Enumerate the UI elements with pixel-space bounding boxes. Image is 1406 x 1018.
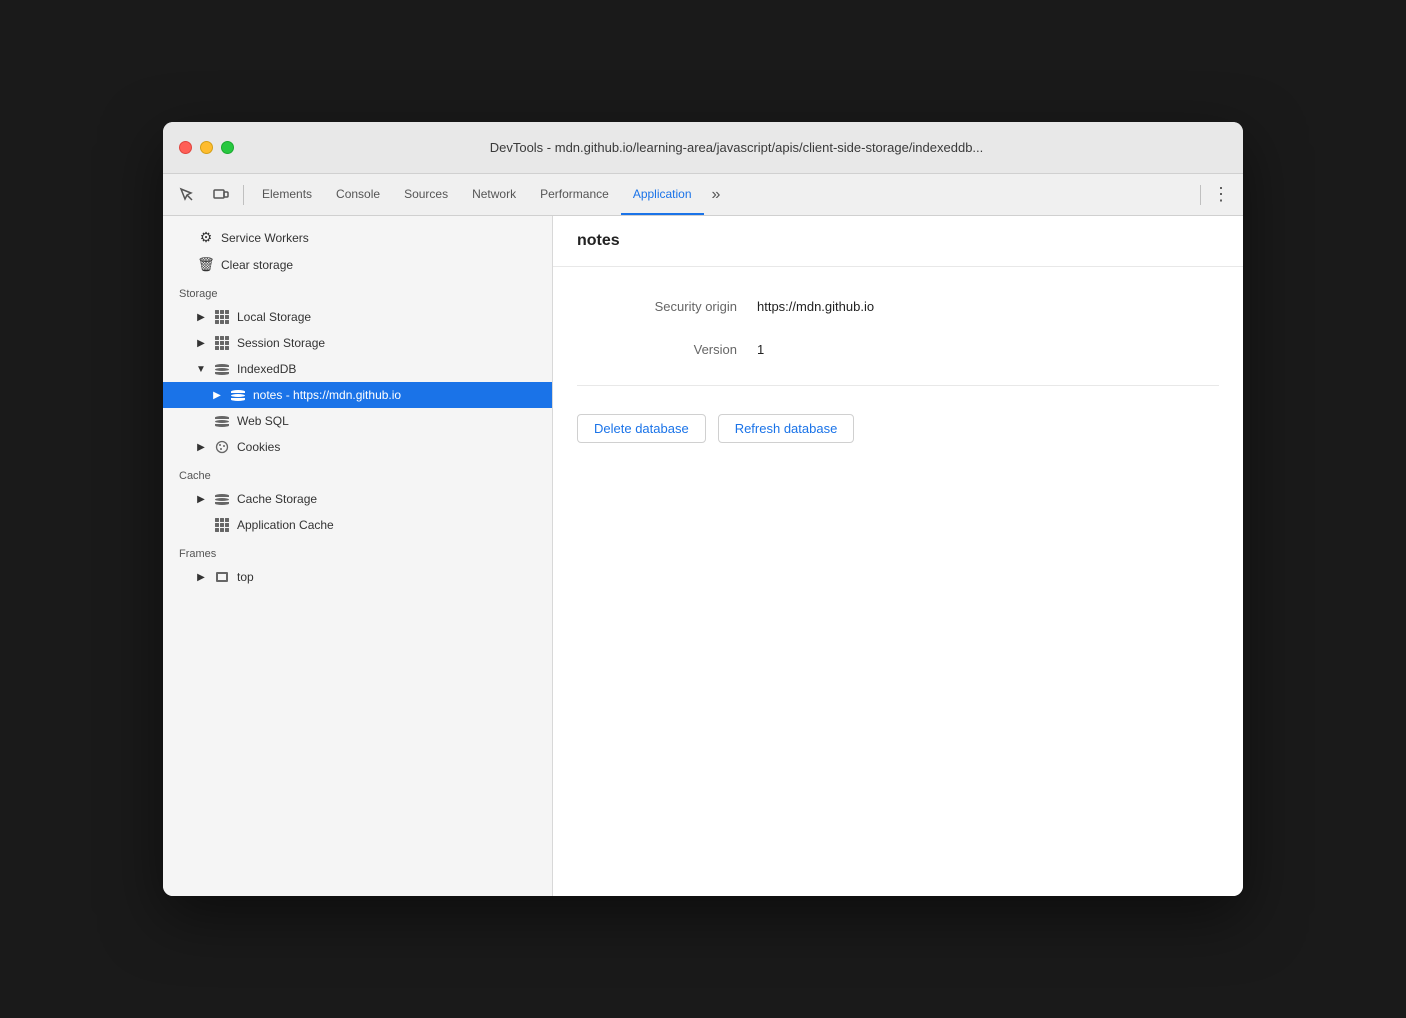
trash-icon: 🗑 — [197, 256, 215, 273]
sidebar-item-clear-storage[interactable]: 🗑 Clear storage — [163, 251, 552, 278]
tab-console[interactable]: Console — [324, 174, 392, 215]
content-panel: notes Security origin https://mdn.github… — [553, 216, 1243, 896]
window-title: DevTools - mdn.github.io/learning-area/j… — [246, 140, 1227, 155]
sidebar-item-indexeddb[interactable]: ▼ IndexedDB — [163, 356, 552, 382]
delete-database-button[interactable]: Delete database — [577, 414, 706, 443]
more-tabs-button[interactable]: » — [704, 174, 729, 215]
toolbar-divider-2 — [1200, 185, 1201, 205]
toolbar: Elements Console Sources Network Perform… — [163, 174, 1243, 216]
sidebar-item-cookies[interactable]: ▶ Cookies — [163, 434, 552, 460]
security-origin-row: Security origin https://mdn.github.io — [577, 299, 1219, 314]
tab-sources[interactable]: Sources — [392, 174, 460, 215]
local-storage-icon — [213, 310, 231, 324]
session-storage-icon — [213, 336, 231, 350]
web-sql-icon — [213, 416, 231, 427]
content-body: Security origin https://mdn.github.io Ve… — [553, 267, 1243, 475]
arrow-indexeddb: ▼ — [195, 364, 207, 375]
device-icon[interactable] — [205, 181, 237, 209]
sidebar-item-web-sql[interactable]: Web SQL — [163, 408, 552, 434]
arrow-cache-storage: ▶ — [195, 494, 207, 505]
arrow-notes: ▶ — [211, 390, 223, 401]
sidebar-item-cache-storage[interactable]: ▶ Cache Storage — [163, 486, 552, 512]
traffic-lights — [179, 141, 234, 154]
sidebar-item-app-cache[interactable]: Application Cache — [163, 512, 552, 538]
sidebar: ⚙ Service Workers 🗑 Clear storage Storag… — [163, 216, 553, 896]
indexeddb-icon — [213, 364, 231, 375]
sidebar-item-service-workers[interactable]: ⚙ Service Workers — [163, 224, 552, 251]
maximize-button[interactable] — [221, 141, 234, 154]
sidebar-item-notes-db[interactable]: ▶ notes - https://mdn.github.io — [163, 382, 552, 408]
arrow-session-storage: ▶ — [195, 338, 207, 349]
minimize-button[interactable] — [200, 141, 213, 154]
tab-performance[interactable]: Performance — [528, 174, 621, 215]
tab-application[interactable]: Application — [621, 174, 704, 215]
app-cache-icon — [213, 518, 231, 532]
main-content: ⚙ Service Workers 🗑 Clear storage Storag… — [163, 216, 1243, 896]
close-button[interactable] — [179, 141, 192, 154]
cookies-icon — [213, 440, 231, 454]
tab-network[interactable]: Network — [460, 174, 528, 215]
toolbar-divider — [243, 185, 244, 205]
storage-section-label: Storage — [163, 278, 552, 304]
refresh-database-button[interactable]: Refresh database — [718, 414, 855, 443]
version-value: 1 — [757, 342, 764, 357]
notes-db-icon — [229, 390, 247, 401]
security-origin-value: https://mdn.github.io — [757, 299, 874, 314]
arrow-local-storage: ▶ — [195, 312, 207, 323]
gear-icon: ⚙ — [197, 229, 215, 246]
version-label: Version — [577, 342, 737, 357]
frames-section-label: Frames — [163, 538, 552, 564]
tab-bar: Elements Console Sources Network Perform… — [250, 174, 1194, 215]
cache-section-label: Cache — [163, 460, 552, 486]
inspect-icon[interactable] — [171, 181, 203, 209]
arrow-cookies: ▶ — [195, 442, 207, 453]
devtools-menu-button[interactable]: ⋮ — [1207, 181, 1235, 209]
titlebar: DevTools - mdn.github.io/learning-area/j… — [163, 122, 1243, 174]
cache-storage-icon — [213, 494, 231, 505]
version-row: Version 1 — [577, 342, 1219, 357]
sidebar-item-local-storage[interactable]: ▶ Local Storage — [163, 304, 552, 330]
sidebar-item-session-storage[interactable]: ▶ Session Storage — [163, 330, 552, 356]
content-title: notes — [553, 216, 1243, 267]
frame-icon — [213, 572, 231, 582]
tab-elements[interactable]: Elements — [250, 174, 324, 215]
devtools-window: DevTools - mdn.github.io/learning-area/j… — [163, 122, 1243, 896]
content-divider — [577, 385, 1219, 386]
arrow-top: ▶ — [195, 572, 207, 583]
button-row: Delete database Refresh database — [577, 414, 1219, 443]
sidebar-item-top[interactable]: ▶ top — [163, 564, 552, 590]
security-origin-label: Security origin — [577, 299, 737, 314]
